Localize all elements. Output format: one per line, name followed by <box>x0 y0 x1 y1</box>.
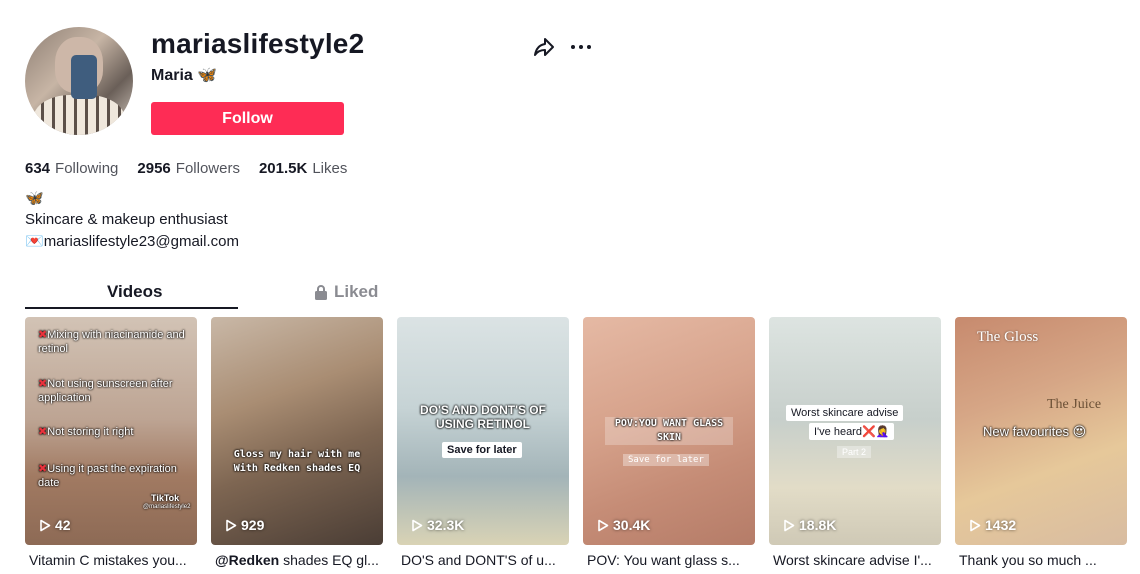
red-x-icon: ✖ <box>38 329 48 341</box>
lock-icon <box>315 284 327 300</box>
video-card[interactable]: POV:YOU WANT GLASS SKIN Save for later 3… <box>583 317 755 545</box>
video-overlay-text: Gloss my hair with me With Redken shades… <box>233 449 361 474</box>
bio-email: 💌mariaslifestyle23@gmail.com <box>25 232 239 250</box>
video-views: 42 <box>39 517 71 533</box>
play-icon <box>412 519 423 531</box>
video-card[interactable]: The Gloss The Juice New favourites 😍 143… <box>955 317 1127 545</box>
username: mariaslifestyle2 <box>151 28 365 59</box>
video-caption[interactable]: POV: You want glass s... <box>587 552 759 568</box>
video-overlay-line: ✖Mixing with niacinamide and retinol <box>38 329 185 355</box>
views-count: 18.8K <box>799 517 837 533</box>
video-pill: Save for later <box>442 442 522 458</box>
likes-label: Likes <box>312 160 348 177</box>
nickname-text: Maria <box>151 67 193 84</box>
play-icon <box>40 519 51 531</box>
bottle-label: The Gloss <box>977 329 1039 345</box>
following-count: 634 <box>25 160 51 177</box>
video-caption[interactable]: DO'S and DONT'S of u... <box>401 552 573 568</box>
views-count: 30.4K <box>613 517 651 533</box>
video-caption[interactable]: Worst skincare advise I'... <box>773 552 945 568</box>
email-text: mariaslifestyle23@gmail.com <box>43 233 239 250</box>
tab-liked-label: Liked <box>334 282 379 301</box>
video-pill: Part 2 <box>837 446 872 458</box>
video-views: 929 <box>225 517 264 533</box>
red-x-icon: ✖ <box>38 378 48 390</box>
video-overlay-line: ✖Not storing it right <box>38 426 134 438</box>
butterfly-icon: 🦋 <box>197 67 218 84</box>
video-caption[interactable]: Thank you so much ... <box>959 552 1131 568</box>
stat-following[interactable]: 634 Following <box>25 160 118 177</box>
play-icon <box>598 519 609 531</box>
video-overlay-line: ✖Using it past the expiration date <box>38 463 177 489</box>
video-caption[interactable]: Vitamin C mistakes you... <box>29 552 201 568</box>
share-icon[interactable] <box>532 36 556 58</box>
video-overlay-line2: I've heard❌🤦‍♀️ <box>809 423 895 440</box>
tab-underline <box>25 307 238 309</box>
more-icon[interactable] <box>569 36 593 58</box>
stat-followers[interactable]: 2956 Followers <box>137 160 240 177</box>
play-icon <box>226 519 237 531</box>
caption-mention[interactable]: @Redken <box>215 552 279 568</box>
tab-videos[interactable]: Videos <box>107 282 162 302</box>
views-count: 32.3K <box>427 517 465 533</box>
watermark-handle: @mariaslifestyle2 <box>143 504 191 510</box>
following-label: Following <box>55 160 119 177</box>
play-icon <box>784 519 795 531</box>
bio-text: Skincare & makeup enthusiast <box>25 211 228 228</box>
bottle-label: The Juice <box>1047 397 1102 412</box>
video-overlay-text: POV:YOU WANT GLASS SKIN <box>605 417 733 445</box>
video-pill: Save for later <box>623 454 709 466</box>
video-views: 1432 <box>969 517 1016 533</box>
video-views: 18.8K <box>783 517 836 533</box>
love-letter-icon: 💌 <box>25 233 44 250</box>
video-card[interactable]: DO'S AND DONT'S OF USING RETINOL Save fo… <box>397 317 569 545</box>
views-count: 42 <box>55 517 71 533</box>
follow-button[interactable]: Follow <box>151 102 344 135</box>
nickname: Maria 🦋 <box>151 65 217 85</box>
video-card[interactable]: Gloss my hair with me With Redken shades… <box>211 317 383 545</box>
followers-count: 2956 <box>137 160 171 177</box>
likes-count: 201.5K <box>258 160 308 177</box>
caption-text: shades EQ gl... <box>283 552 379 568</box>
tab-liked[interactable]: Liked <box>314 282 378 302</box>
followers-label: Followers <box>175 160 240 177</box>
stat-likes: 201.5K Likes <box>259 160 347 177</box>
avatar[interactable] <box>25 27 133 135</box>
video-overlay-text: DO'S AND DONT'S OF USING RETINOL <box>420 403 546 431</box>
video-overlay-text: New favourites 😍 <box>983 424 1087 439</box>
video-caption[interactable]: @Redken shades EQ gl... <box>215 552 387 568</box>
video-card[interactable]: Worst skincare advise I've heard❌🤦‍♀️ Pa… <box>769 317 941 545</box>
video-overlay-line1: Worst skincare advise <box>786 405 904 421</box>
profile-stats: 634 Following 2956 Followers 201.5K Likes <box>25 160 347 177</box>
views-count: 1432 <box>985 517 1017 533</box>
views-count: 929 <box>241 517 265 533</box>
avatar-body <box>33 95 125 135</box>
red-x-icon: ✖ <box>38 426 48 438</box>
video-views: 30.4K <box>597 517 650 533</box>
video-card[interactable]: ✖Mixing with niacinamide and retinol ✖No… <box>25 317 197 545</box>
red-x-icon: ✖ <box>38 463 48 475</box>
play-icon <box>970 519 981 531</box>
video-views: 32.3K <box>411 517 464 533</box>
video-overlay-line: ✖Not using sunscreen after application <box>38 378 173 404</box>
bio-butterfly-icon: 🦋 <box>25 190 44 207</box>
avatar-phone <box>71 55 97 99</box>
